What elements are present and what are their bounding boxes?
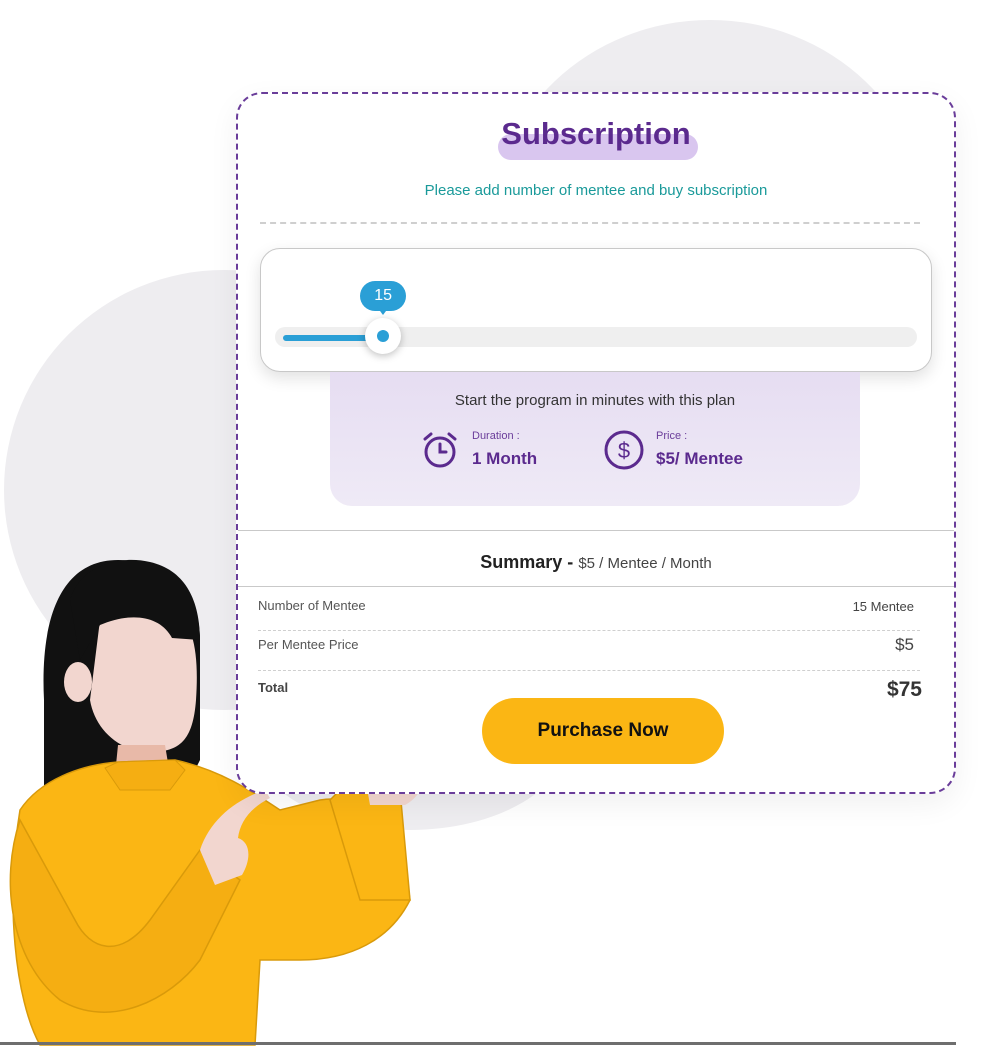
row-mentee-count-value: 15 Mentee	[852, 599, 914, 614]
price-value: $5/ Mentee	[656, 449, 743, 468]
dollar-circle-icon: $	[604, 430, 644, 470]
slider-value-bubble: 15	[360, 281, 407, 315]
duration-label: Duration :	[472, 430, 520, 442]
summary-title: Summary -	[480, 552, 574, 572]
slider-thumb-dot	[377, 330, 390, 342]
slider-thumb[interactable]	[365, 318, 402, 354]
row-divider	[258, 630, 920, 631]
subscription-card: Subscription Please add number of mentee…	[236, 92, 956, 794]
row-mentee-count-label: Number of Mentee	[258, 598, 366, 613]
summary-bottom-divider	[238, 586, 954, 587]
plan-details-panel: Start the program in minutes with this p…	[330, 372, 860, 506]
summary-top-divider	[238, 530, 954, 531]
summary-rate: $5 / Mentee / Month	[578, 555, 712, 572]
row-price-value: $5	[895, 635, 914, 654]
page-title: Subscription	[501, 116, 691, 151]
plan-tagline: Start the program in minutes with this p…	[454, 392, 736, 409]
alarm-clock-icon	[423, 432, 457, 468]
floor-line	[0, 1042, 956, 1045]
row-total-value: $75	[886, 678, 922, 701]
duration-value: 1 Month	[472, 449, 538, 468]
row-price-label: Per Mentee Price	[258, 637, 359, 652]
summary-heading: Summary - $5 / Mentee / Month	[238, 552, 954, 573]
page-subtitle: Please add number of mentee and buy subs…	[424, 182, 768, 199]
row-divider	[258, 670, 920, 671]
purchase-now-button[interactable]: Purchase Now	[482, 698, 724, 764]
slider-value-text: 15	[374, 287, 393, 304]
row-total-label: Total	[258, 680, 289, 695]
divider-dashed	[260, 222, 920, 224]
bubble-pointer	[377, 307, 390, 315]
mentee-slider-panel: 15	[260, 248, 932, 372]
svg-text:$: $	[618, 438, 630, 463]
price-label: Price :	[656, 430, 688, 442]
